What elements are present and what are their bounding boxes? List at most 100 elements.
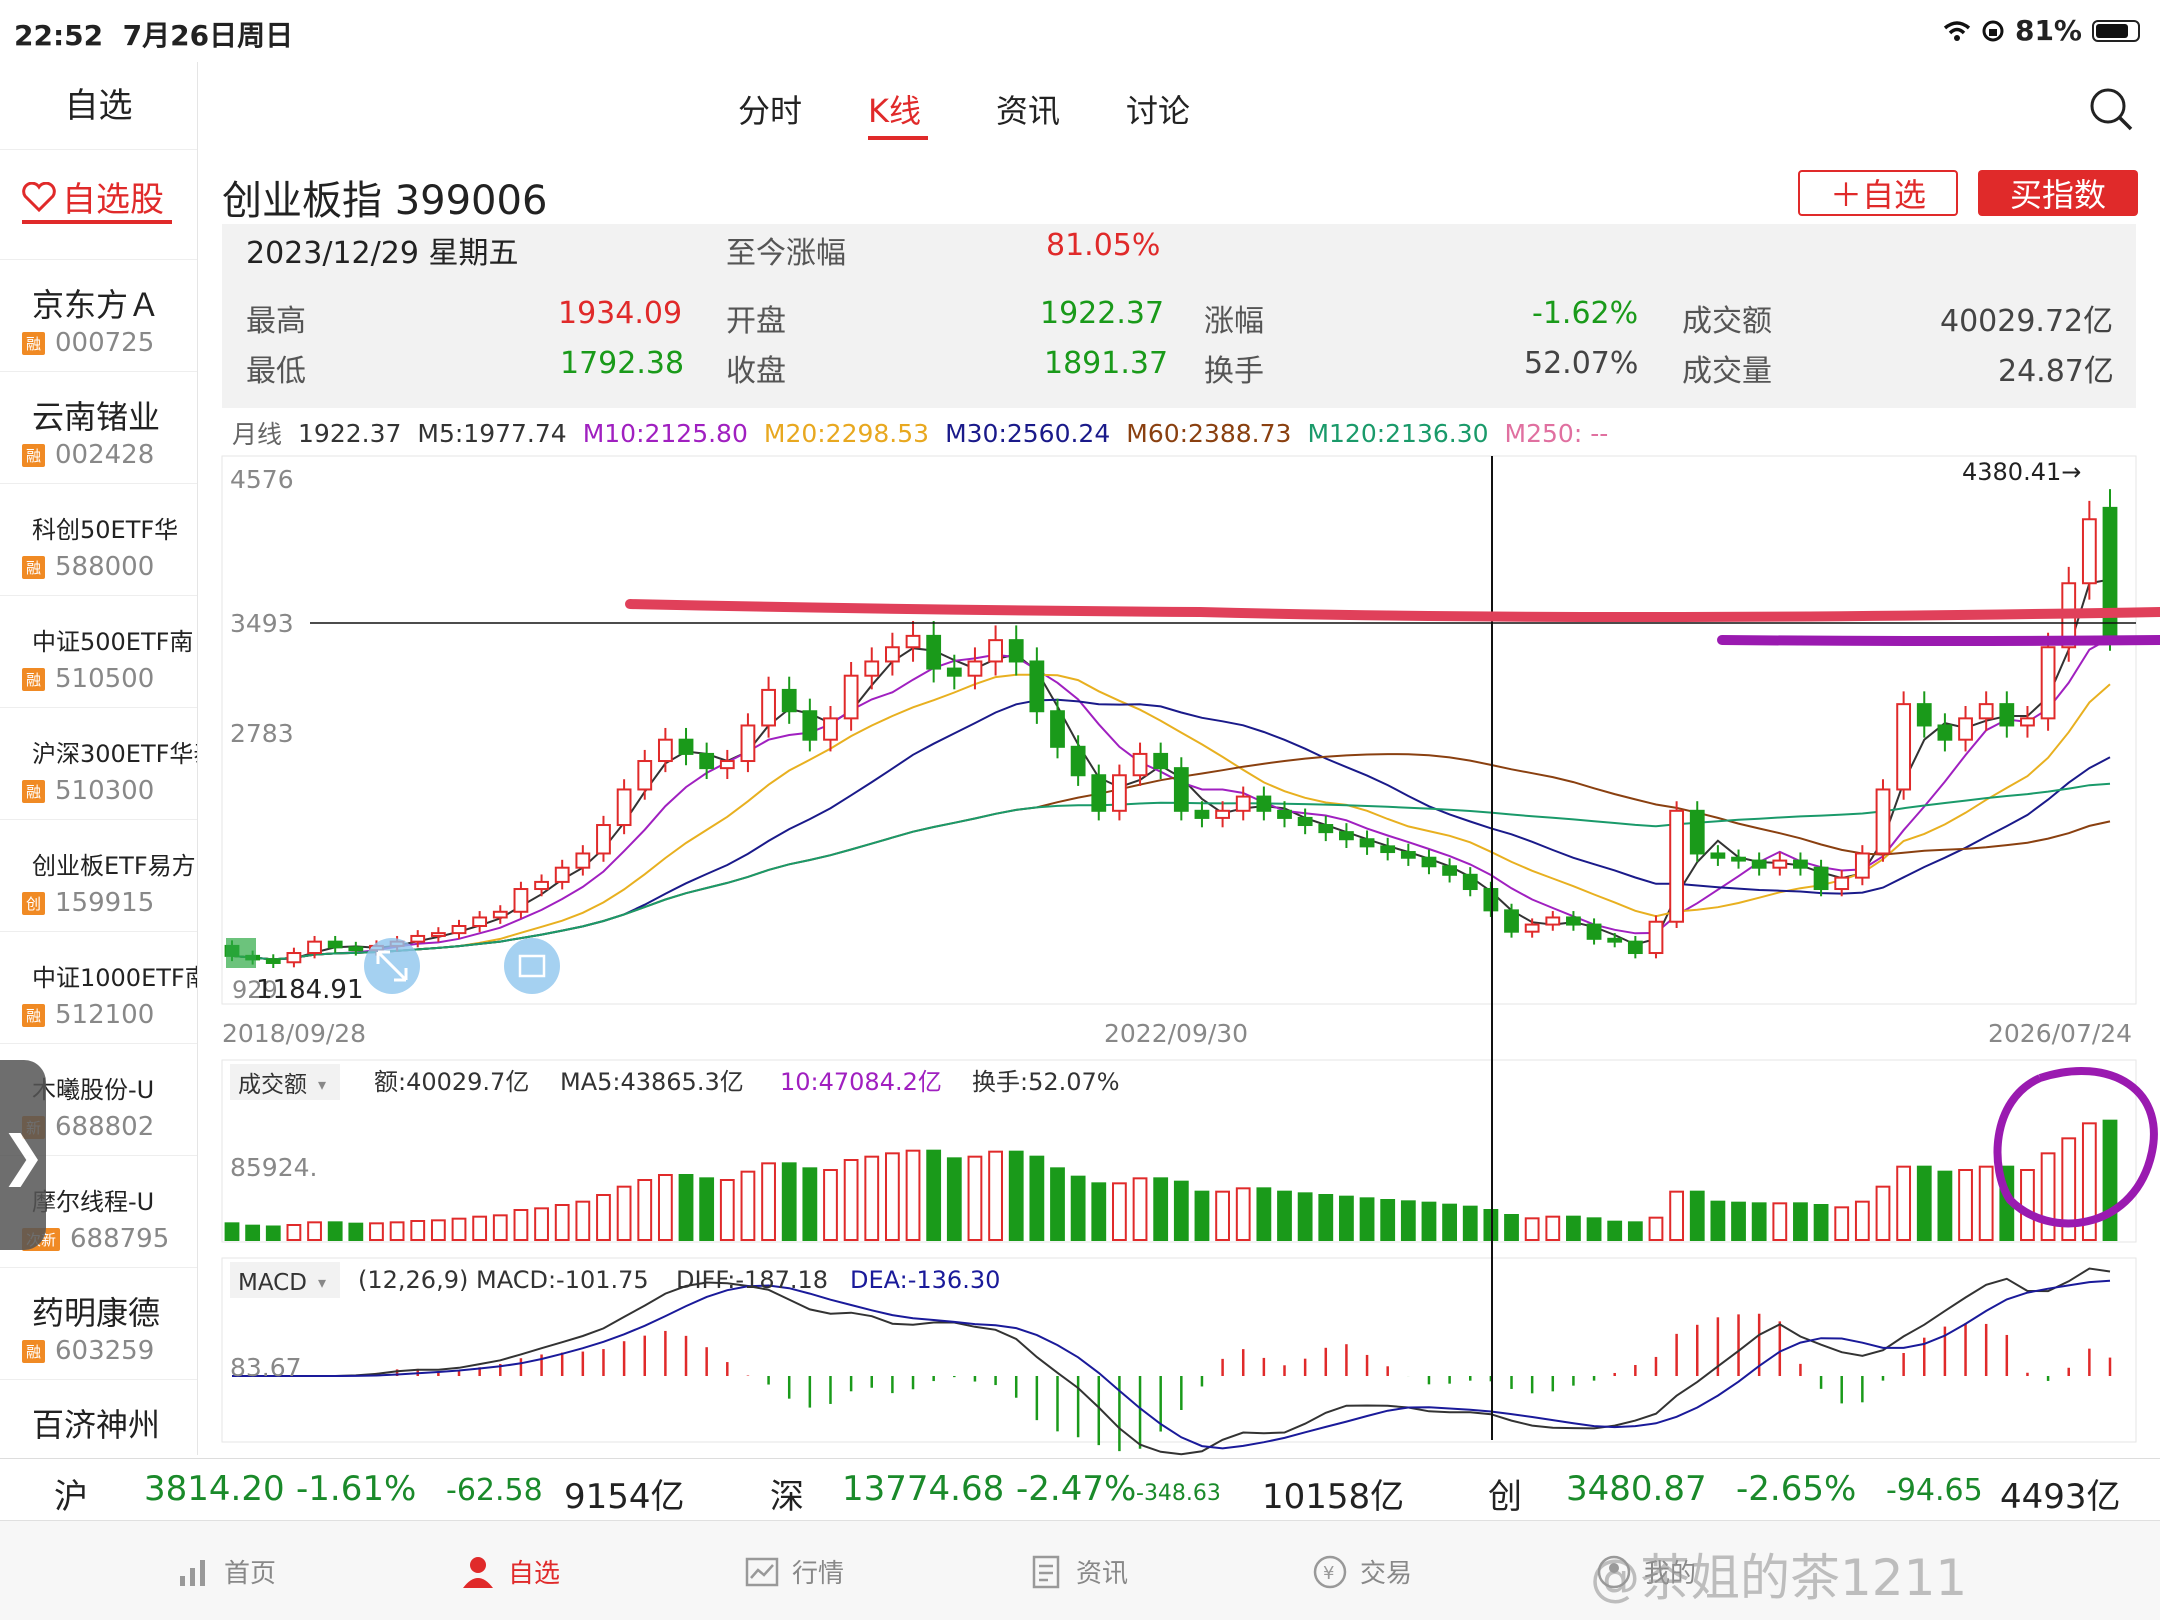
watchlist-item[interactable]: 京东方Ａ 融 000725 bbox=[0, 260, 197, 372]
nav-watchlist[interactable]: 自选 bbox=[460, 1553, 560, 1590]
volume-bar bbox=[348, 1222, 364, 1241]
watchlist-item-code: 510500 bbox=[55, 664, 155, 694]
index-sz-chg: -348.63 bbox=[1136, 1481, 1221, 1506]
battery-icon bbox=[2092, 19, 2140, 42]
candle-body bbox=[1277, 809, 1292, 819]
main-chart-frame bbox=[221, 455, 2137, 1005]
candle-body bbox=[1627, 940, 1643, 955]
nav-home-label: 首页 bbox=[224, 1559, 277, 1589]
nav-market[interactable]: 行情 bbox=[744, 1553, 844, 1590]
candle-body bbox=[1442, 865, 1458, 876]
nav-news[interactable]: 资讯 bbox=[1028, 1553, 1128, 1590]
candle-body bbox=[1566, 916, 1581, 926]
tab-fenshi[interactable]: 分时 bbox=[738, 86, 802, 132]
watchlist-item[interactable]: 中证500ETF南融 510500 bbox=[0, 596, 197, 708]
candle-body bbox=[1091, 774, 1107, 812]
index-strip[interactable]: 沪 3814.20 -1.61% -62.58 9154亿 深 13774.68… bbox=[0, 1458, 2160, 1520]
volume-bar bbox=[823, 1169, 838, 1241]
volume-bar bbox=[1008, 1150, 1024, 1241]
nav-home[interactable]: 首页 bbox=[176, 1553, 276, 1590]
watchlist-item[interactable]: 创业板ETF易方创 159915 bbox=[0, 820, 197, 932]
candle-body bbox=[1793, 859, 1808, 869]
nav-trade[interactable]: ¥ 交易 bbox=[1312, 1553, 1412, 1590]
low-label: 最低 bbox=[246, 354, 306, 389]
margin-tag: 融 bbox=[22, 1003, 46, 1027]
candle-body bbox=[451, 925, 467, 935]
candle-body bbox=[926, 634, 942, 670]
volume-amount: 额:40029.7亿 bbox=[374, 1068, 529, 1096]
ma10-label: M10:2125.80 bbox=[582, 418, 748, 448]
index-title: 创业板指 399006 bbox=[222, 178, 548, 224]
watchlist-item-code: 588000 bbox=[55, 552, 155, 582]
ma20-label: M20:2298.53 bbox=[763, 418, 930, 448]
candle-body bbox=[1112, 774, 1127, 812]
status-bar: 22:52 7月26日周日 81% bbox=[0, 0, 2160, 62]
volume-bar bbox=[740, 1170, 756, 1241]
volume-bar bbox=[327, 1221, 343, 1242]
volume-label: 成交量 bbox=[1682, 354, 1772, 389]
candle-body bbox=[1194, 809, 1210, 819]
volume-bar bbox=[1916, 1165, 1932, 1241]
watchlist-tab[interactable]: 自选股 bbox=[0, 150, 197, 260]
index-sh-pct: -1.61% bbox=[296, 1469, 417, 1509]
watchlist-item-name: 创业板ETF易方 bbox=[32, 852, 196, 880]
corner-label: 929 bbox=[232, 976, 278, 1004]
left-tool-icon[interactable] bbox=[226, 938, 256, 968]
watchlist-item[interactable]: 中证1000ETF南融 512100 bbox=[0, 932, 197, 1044]
margin-tag: 融 bbox=[22, 555, 46, 579]
candle-body bbox=[1916, 703, 1932, 727]
macd-selector[interactable]: MACD bbox=[238, 1270, 307, 1296]
volume-bar bbox=[988, 1150, 1003, 1241]
y-label-low: 2783 bbox=[230, 719, 294, 748]
watchlist-item-sub: 创 159915 bbox=[22, 888, 154, 918]
watchlist-item[interactable]: 百济神州 bbox=[0, 1380, 197, 1455]
tab-kline[interactable]: K线 bbox=[868, 86, 921, 132]
ma30-label: M30:2560.24 bbox=[945, 418, 1111, 448]
volume-bar bbox=[1173, 1180, 1189, 1241]
candle-body bbox=[492, 910, 508, 919]
search-icon[interactable] bbox=[2088, 86, 2134, 132]
macd-dropdown-icon: ▾ bbox=[318, 1273, 326, 1292]
x-label-mid: 2022/09/30 bbox=[1104, 1019, 1248, 1048]
watchlist-item[interactable]: 沪深300ETF华泰柏融 510300 bbox=[0, 708, 197, 820]
volume-bar bbox=[1256, 1187, 1272, 1242]
candlestick-series bbox=[224, 489, 2118, 969]
draw-tool-icon[interactable] bbox=[504, 938, 560, 994]
news-icon bbox=[1032, 1555, 1060, 1588]
sidebar-toggle-handle[interactable]: ❯ bbox=[0, 1060, 46, 1250]
candle-body bbox=[616, 788, 632, 827]
candle-body bbox=[1462, 873, 1478, 891]
ma-legend: 月线 1922.37 M5:1977.74 M10:2125.80 M20:22… bbox=[222, 412, 2136, 454]
volume-bar bbox=[1607, 1220, 1623, 1241]
volume-bar bbox=[430, 1219, 446, 1242]
candle-body bbox=[1421, 856, 1437, 868]
candle-body bbox=[389, 940, 405, 947]
annotation-purple-line bbox=[1717, 635, 2160, 646]
candle-body bbox=[1999, 703, 2015, 727]
period-label[interactable]: 月线 bbox=[232, 415, 282, 451]
open-label: 开盘 bbox=[726, 304, 786, 339]
watchlist-item[interactable]: 药明康德融 603259 bbox=[0, 1268, 197, 1380]
add-watchlist-button[interactable]: ＋自选 bbox=[1798, 170, 1958, 216]
quote-info-panel: 2023/12/29 星期五 至今涨幅 81.05% 最高 1934.09 开盘… bbox=[222, 224, 2136, 408]
watchlist-item[interactable]: 云南锗业融 002428 bbox=[0, 372, 197, 484]
tab-news[interactable]: 资讯 bbox=[996, 86, 1060, 132]
index-cy-price: 3480.87 bbox=[1566, 1469, 1707, 1509]
volume-selector[interactable]: 成交额 bbox=[238, 1072, 307, 1098]
watchlist-item-code: 688802 bbox=[55, 1112, 155, 1142]
index-cy-amt: 4493亿 bbox=[2000, 1477, 2121, 1517]
buy-index-button[interactable]: 买指数 bbox=[1978, 170, 2138, 216]
watchlist-item[interactable]: 科创50ETF华融 588000 bbox=[0, 484, 197, 596]
volume-bar bbox=[1978, 1165, 1994, 1241]
peak-label: 4380.41→ bbox=[1962, 458, 2081, 486]
candle-body bbox=[1710, 852, 1726, 859]
watchlist-item-sub: 融 603259 bbox=[22, 1336, 154, 1366]
since-label: 至今涨幅 bbox=[726, 236, 846, 271]
tab-discuss[interactable]: 讨论 bbox=[1126, 86, 1190, 132]
volume-bar bbox=[1896, 1165, 1912, 1241]
macd-dea-line bbox=[232, 1279, 2111, 1450]
expand-tool-icon[interactable] bbox=[364, 938, 420, 994]
yen-icon: ¥ bbox=[1313, 1555, 1347, 1588]
ma60-label: M60:2388.73 bbox=[1126, 418, 1292, 448]
volume-bar bbox=[389, 1221, 405, 1242]
